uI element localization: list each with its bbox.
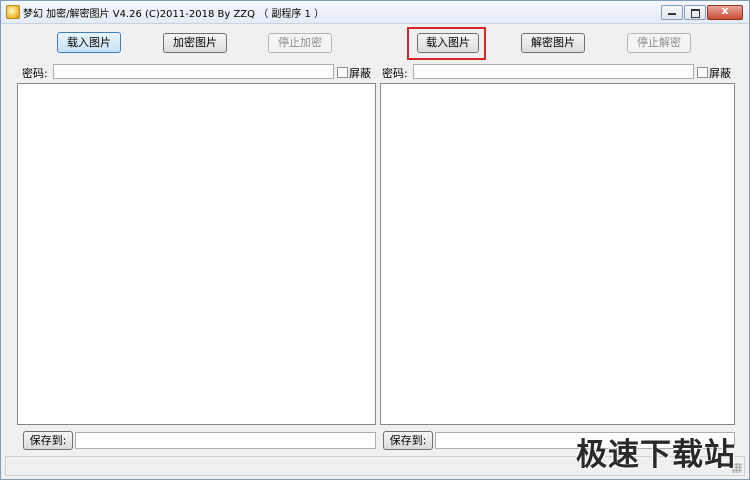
window-title: 梦幻 加密/解密图片 V4.26 (C)2011-2018 By ZZQ （ 副… xyxy=(23,9,325,20)
decrypt-password-field[interactable] xyxy=(413,64,694,79)
minimize-icon xyxy=(668,13,676,15)
decrypt-image-panel[interactable] xyxy=(380,83,735,425)
app-window: 梦幻 加密/解密图片 V4.26 (C)2011-2018 By ZZQ （ 副… xyxy=(0,0,750,480)
watermark-logo: 极速下载站 xyxy=(576,437,736,473)
encrypt-mask-label: 屏蔽 xyxy=(349,67,371,80)
encrypt-load-image-button[interactable]: 载入图片 xyxy=(57,32,121,53)
encrypt-password-label: 密码: xyxy=(22,67,48,80)
minimize-button[interactable] xyxy=(661,5,683,20)
encrypt-image-button[interactable]: 加密图片 xyxy=(163,33,227,53)
encrypt-password-field[interactable] xyxy=(53,64,334,79)
decrypt-mask-checkbox[interactable] xyxy=(697,67,708,78)
maximize-button[interactable] xyxy=(684,5,706,20)
caption-buttons: x xyxy=(661,4,743,20)
decrypt-password-label: 密码: xyxy=(382,67,408,80)
highlight-annotation xyxy=(407,27,486,60)
encrypt-image-panel[interactable] xyxy=(17,83,376,425)
decrypt-image-button[interactable]: 解密图片 xyxy=(521,33,585,53)
app-icon xyxy=(6,5,20,19)
stop-decrypt-button[interactable]: 停止解密 xyxy=(627,33,691,53)
stop-encrypt-button[interactable]: 停止加密 xyxy=(268,33,332,53)
maximize-icon xyxy=(691,9,700,18)
close-button[interactable]: x xyxy=(707,4,743,20)
encrypt-mask-checkbox[interactable] xyxy=(337,67,348,78)
title-bar: 梦幻 加密/解密图片 V4.26 (C)2011-2018 By ZZQ （ 副… xyxy=(1,1,749,24)
decrypt-save-button[interactable]: 保存到: xyxy=(383,431,433,450)
encrypt-save-button[interactable]: 保存到: xyxy=(23,431,73,450)
decrypt-mask-label: 屏蔽 xyxy=(709,67,731,80)
encrypt-save-path-field[interactable] xyxy=(75,432,376,449)
close-icon: x xyxy=(721,4,729,17)
